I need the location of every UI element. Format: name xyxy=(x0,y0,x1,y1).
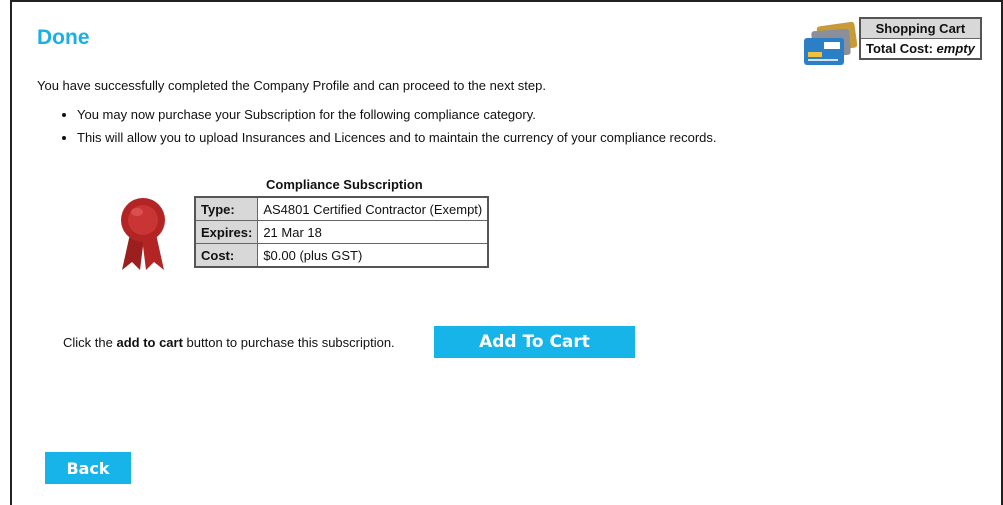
cart-total-value: empty xyxy=(936,41,975,56)
expires-value: 21 Mar 18 xyxy=(257,220,489,244)
cart-heading: Shopping Cart xyxy=(859,17,982,39)
type-value: AS4801 Certified Contractor (Exempt) xyxy=(257,196,489,221)
cta-text-before: Click the xyxy=(63,335,117,350)
info-bullet-list: You may now purchase your Subscription f… xyxy=(62,107,717,153)
award-seal-icon xyxy=(121,198,165,270)
bullet-item: This will allow you to upload Insurances… xyxy=(77,130,717,145)
intro-text: You have successfully completed the Comp… xyxy=(37,78,546,93)
subscription-table: Type: AS4801 Certified Contractor (Exemp… xyxy=(194,196,490,268)
credit-cards-icon xyxy=(804,22,858,65)
shopping-cart-table: Shopping Cart Total Cost: empty xyxy=(859,17,982,60)
subscription-caption: Compliance Subscription xyxy=(266,177,423,192)
page-title: Done xyxy=(37,26,90,49)
cart-total-label: Total Cost: xyxy=(866,41,933,56)
table-row: Type: AS4801 Certified Contractor (Exemp… xyxy=(194,196,489,221)
add-to-cart-button[interactable]: Add To Cart xyxy=(434,326,635,358)
table-row: Cost: $0.00 (plus GST) xyxy=(194,243,489,268)
cta-text-bold: add to cart xyxy=(116,335,183,350)
cost-value: $0.00 (plus GST) xyxy=(257,243,489,268)
expires-label: Expires: xyxy=(194,220,259,244)
back-button[interactable]: Back xyxy=(45,452,131,484)
type-label: Type: xyxy=(194,196,259,221)
cart-total: Total Cost: empty xyxy=(859,38,982,60)
add-to-cart-instruction: Click the add to cart button to purchase… xyxy=(63,335,395,350)
cta-text-after: button to purchase this subscription. xyxy=(182,335,395,350)
table-row: Expires: 21 Mar 18 xyxy=(194,220,489,244)
cost-label: Cost: xyxy=(194,243,259,268)
bullet-item: You may now purchase your Subscription f… xyxy=(77,107,717,122)
